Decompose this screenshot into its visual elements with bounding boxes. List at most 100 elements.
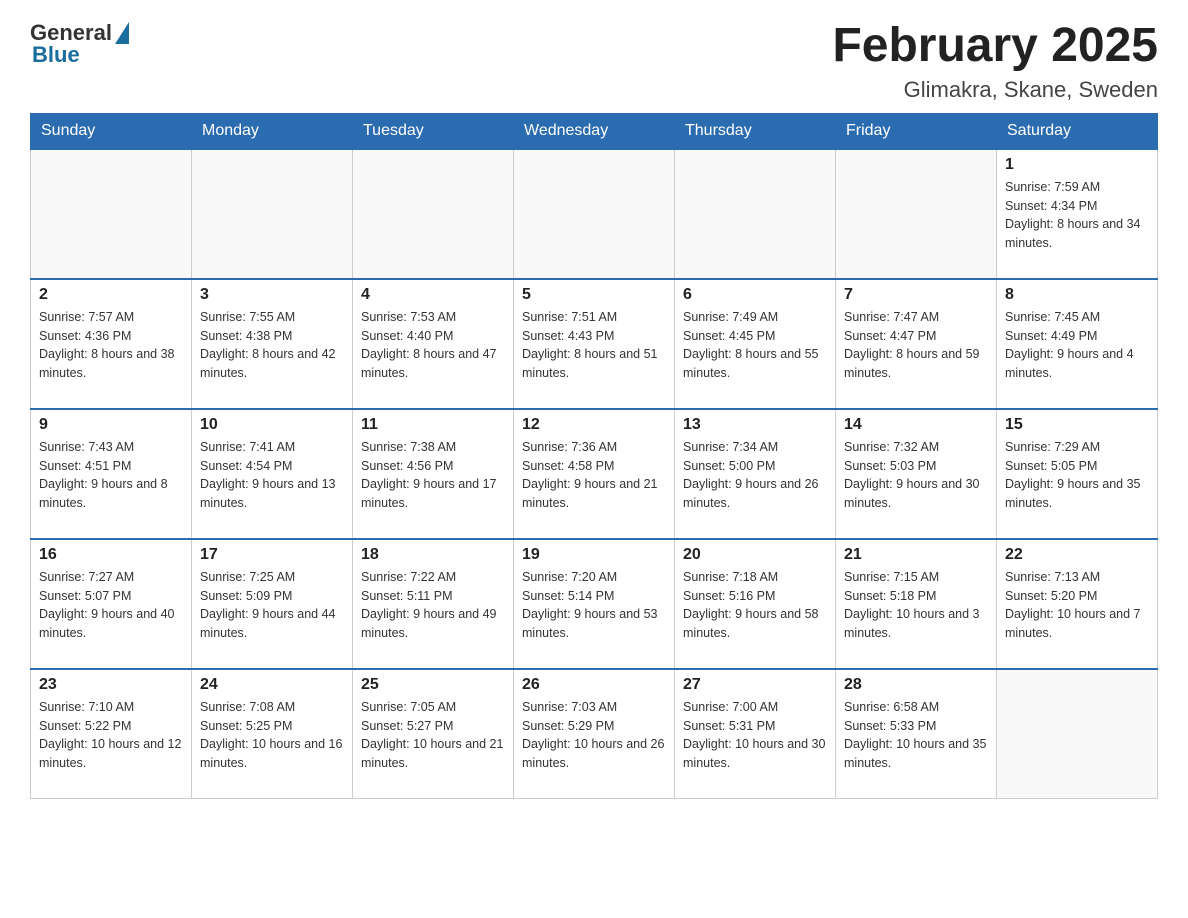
- calendar-cell: 24 Sunrise: 7:08 AMSunset: 5:25 PMDayligh…: [192, 669, 353, 799]
- day-number: 15: [1005, 416, 1149, 434]
- day-info: Sunrise: 7:47 AMSunset: 4:47 PMDaylight:…: [844, 308, 988, 383]
- day-info: Sunrise: 7:59 AMSunset: 4:34 PMDaylight:…: [1005, 178, 1149, 253]
- calendar-cell: 22Sunrise: 7:13 AMSunset: 5:20 PMDayligh…: [997, 539, 1158, 669]
- calendar-cell: 9 Sunrise: 7:43 AMSunset: 4:51 PMDaylight…: [31, 409, 192, 539]
- day-number: 3: [200, 286, 344, 304]
- calendar-cell: [675, 149, 836, 279]
- calendar-cell: 15 Sunrise: 7:29 AMSunset: 5:05 PMDayligh…: [997, 409, 1158, 539]
- day-number: 2: [39, 286, 183, 304]
- calendar-cell: [997, 669, 1158, 799]
- day-info: Sunrise: 7:27 AMSunset: 5:07 PMDaylight:…: [39, 568, 183, 643]
- day-info: Sunrise: 7:38 AMSunset: 4:56 PMDaylight:…: [361, 438, 505, 513]
- day-number: 9: [39, 416, 183, 434]
- calendar-cell: 11 Sunrise: 7:38 AMSunset: 4:56 PMDayligh…: [353, 409, 514, 539]
- calendar-cell: [353, 149, 514, 279]
- day-number: 22: [1005, 546, 1149, 564]
- day-number: 11: [361, 416, 505, 434]
- calendar-header-sunday: Sunday: [31, 113, 192, 149]
- calendar-cell: 27Sunrise: 7:00 AMSunset: 5:31 PMDayligh…: [675, 669, 836, 799]
- calendar-header-monday: Monday: [192, 113, 353, 149]
- page-header: General Blue February 2025 Glimakra, Ska…: [30, 20, 1158, 103]
- day-info: Sunrise: 7:53 AMSunset: 4:40 PMDaylight:…: [361, 308, 505, 383]
- day-number: 13: [683, 416, 827, 434]
- day-info: Sunrise: 7:45 AMSunset: 4:49 PMDaylight:…: [1005, 308, 1149, 383]
- day-info: Sunrise: 7:22 AMSunset: 5:11 PMDaylight:…: [361, 568, 505, 643]
- calendar-cell: 6 Sunrise: 7:49 AMSunset: 4:45 PMDaylight…: [675, 279, 836, 409]
- calendar-cell: 12Sunrise: 7:36 AMSunset: 4:58 PMDayligh…: [514, 409, 675, 539]
- day-info: Sunrise: 7:34 AMSunset: 5:00 PMDaylight:…: [683, 438, 827, 513]
- day-info: Sunrise: 6:58 AMSunset: 5:33 PMDaylight:…: [844, 698, 988, 773]
- calendar-cell: 10 Sunrise: 7:41 AMSunset: 4:54 PMDayligh…: [192, 409, 353, 539]
- day-number: 14: [844, 416, 988, 434]
- day-info: Sunrise: 7:29 AMSunset: 5:05 PMDaylight:…: [1005, 438, 1149, 513]
- calendar-header-row: SundayMondayTuesdayWednesdayThursdayFrid…: [31, 113, 1158, 149]
- calendar-cell: 21 Sunrise: 7:15 AMSunset: 5:18 PMDayligh…: [836, 539, 997, 669]
- calendar-cell: 13 Sunrise: 7:34 AMSunset: 5:00 PMDayligh…: [675, 409, 836, 539]
- logo-triangle-icon: [115, 22, 129, 44]
- day-info: Sunrise: 7:49 AMSunset: 4:45 PMDaylight:…: [683, 308, 827, 383]
- calendar-cell: 2 Sunrise: 7:57 AMSunset: 4:36 PMDaylight…: [31, 279, 192, 409]
- day-info: Sunrise: 7:10 AMSunset: 5:22 PMDaylight:…: [39, 698, 183, 773]
- day-number: 23: [39, 676, 183, 694]
- day-number: 6: [683, 286, 827, 304]
- calendar-cell: 17 Sunrise: 7:25 AMSunset: 5:09 PMDayligh…: [192, 539, 353, 669]
- day-info: Sunrise: 7:00 AMSunset: 5:31 PMDaylight:…: [683, 698, 827, 773]
- day-number: 21: [844, 546, 988, 564]
- calendar-week-row-3: 9 Sunrise: 7:43 AMSunset: 4:51 PMDaylight…: [31, 409, 1158, 539]
- day-info: Sunrise: 7:43 AMSunset: 4:51 PMDaylight:…: [39, 438, 183, 513]
- day-number: 8: [1005, 286, 1149, 304]
- calendar-header-wednesday: Wednesday: [514, 113, 675, 149]
- calendar-cell: 8 Sunrise: 7:45 AMSunset: 4:49 PMDaylight…: [997, 279, 1158, 409]
- calendar-cell: [31, 149, 192, 279]
- day-info: Sunrise: 7:57 AMSunset: 4:36 PMDaylight:…: [39, 308, 183, 383]
- day-info: Sunrise: 7:18 AMSunset: 5:16 PMDaylight:…: [683, 568, 827, 643]
- calendar-cell: [836, 149, 997, 279]
- title-section: February 2025 Glimakra, Skane, Sweden: [832, 20, 1158, 103]
- calendar-cell: 19Sunrise: 7:20 AMSunset: 5:14 PMDayligh…: [514, 539, 675, 669]
- day-number: 16: [39, 546, 183, 564]
- calendar-cell: 18 Sunrise: 7:22 AMSunset: 5:11 PMDayligh…: [353, 539, 514, 669]
- day-info: Sunrise: 7:08 AMSunset: 5:25 PMDaylight:…: [200, 698, 344, 773]
- day-number: 7: [844, 286, 988, 304]
- calendar-week-row-4: 16 Sunrise: 7:27 AMSunset: 5:07 PMDayligh…: [31, 539, 1158, 669]
- calendar-cell: 3 Sunrise: 7:55 AMSunset: 4:38 PMDaylight…: [192, 279, 353, 409]
- day-number: 20: [683, 546, 827, 564]
- day-number: 18: [361, 546, 505, 564]
- calendar-header-friday: Friday: [836, 113, 997, 149]
- calendar-cell: 25Sunrise: 7:05 AMSunset: 5:27 PMDayligh…: [353, 669, 514, 799]
- logo: General Blue: [30, 20, 129, 68]
- calendar-week-row-1: 1 Sunrise: 7:59 AMSunset: 4:34 PMDaylight…: [31, 149, 1158, 279]
- calendar-week-row-5: 23 Sunrise: 7:10 AMSunset: 5:22 PMDayligh…: [31, 669, 1158, 799]
- day-info: Sunrise: 7:15 AMSunset: 5:18 PMDaylight:…: [844, 568, 988, 643]
- day-info: Sunrise: 7:03 AMSunset: 5:29 PMDaylight:…: [522, 698, 666, 773]
- calendar-cell: [514, 149, 675, 279]
- day-number: 17: [200, 546, 344, 564]
- calendar-cell: [192, 149, 353, 279]
- calendar-table: SundayMondayTuesdayWednesdayThursdayFrid…: [30, 113, 1158, 800]
- logo-blue-text: Blue: [30, 42, 80, 68]
- calendar-cell: 23 Sunrise: 7:10 AMSunset: 5:22 PMDayligh…: [31, 669, 192, 799]
- day-number: 25: [361, 676, 505, 694]
- day-number: 10: [200, 416, 344, 434]
- day-number: 28: [844, 676, 988, 694]
- day-info: Sunrise: 7:36 AMSunset: 4:58 PMDaylight:…: [522, 438, 666, 513]
- calendar-cell: 1 Sunrise: 7:59 AMSunset: 4:34 PMDaylight…: [997, 149, 1158, 279]
- day-number: 4: [361, 286, 505, 304]
- day-info: Sunrise: 7:32 AMSunset: 5:03 PMDaylight:…: [844, 438, 988, 513]
- day-number: 26: [522, 676, 666, 694]
- day-info: Sunrise: 7:25 AMSunset: 5:09 PMDaylight:…: [200, 568, 344, 643]
- month-title: February 2025: [832, 20, 1158, 73]
- day-number: 1: [1005, 156, 1149, 174]
- calendar-cell: 20 Sunrise: 7:18 AMSunset: 5:16 PMDayligh…: [675, 539, 836, 669]
- calendar-header-thursday: Thursday: [675, 113, 836, 149]
- calendar-cell: 5Sunrise: 7:51 AMSunset: 4:43 PMDaylight…: [514, 279, 675, 409]
- calendar-header-saturday: Saturday: [997, 113, 1158, 149]
- calendar-cell: 26 Sunrise: 7:03 AMSunset: 5:29 PMDayligh…: [514, 669, 675, 799]
- day-number: 19: [522, 546, 666, 564]
- day-info: Sunrise: 7:55 AMSunset: 4:38 PMDaylight:…: [200, 308, 344, 383]
- day-info: Sunrise: 7:41 AMSunset: 4:54 PMDaylight:…: [200, 438, 344, 513]
- calendar-cell: 16 Sunrise: 7:27 AMSunset: 5:07 PMDayligh…: [31, 539, 192, 669]
- day-number: 24: [200, 676, 344, 694]
- calendar-cell: 14 Sunrise: 7:32 AMSunset: 5:03 PMDayligh…: [836, 409, 997, 539]
- calendar-cell: 7 Sunrise: 7:47 AMSunset: 4:47 PMDaylight…: [836, 279, 997, 409]
